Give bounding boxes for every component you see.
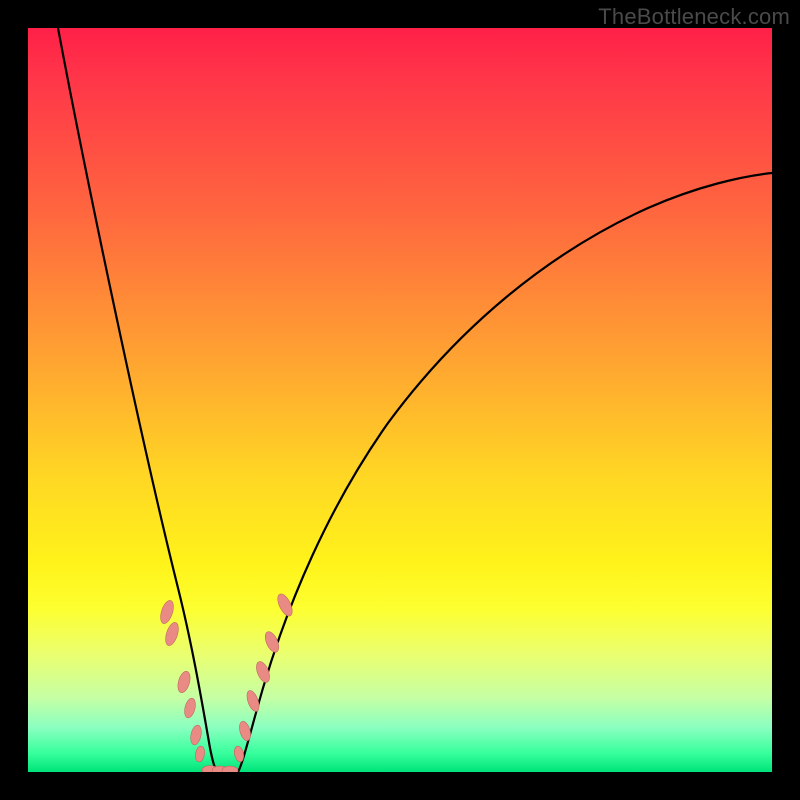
chart-frame: TheBottleneck.com: [0, 0, 800, 800]
marker: [194, 745, 206, 762]
marker-group: [158, 592, 295, 772]
marker: [163, 621, 181, 647]
curve-group: [58, 28, 772, 772]
plot-area: [28, 28, 772, 772]
marker: [158, 599, 176, 625]
marker: [176, 670, 193, 694]
marker: [183, 697, 198, 719]
marker: [237, 720, 252, 742]
marker: [189, 724, 203, 746]
watermark-text: TheBottleneck.com: [598, 4, 790, 30]
bottleneck-curve: [28, 28, 772, 772]
right-branch: [238, 173, 772, 772]
left-branch: [58, 28, 218, 772]
